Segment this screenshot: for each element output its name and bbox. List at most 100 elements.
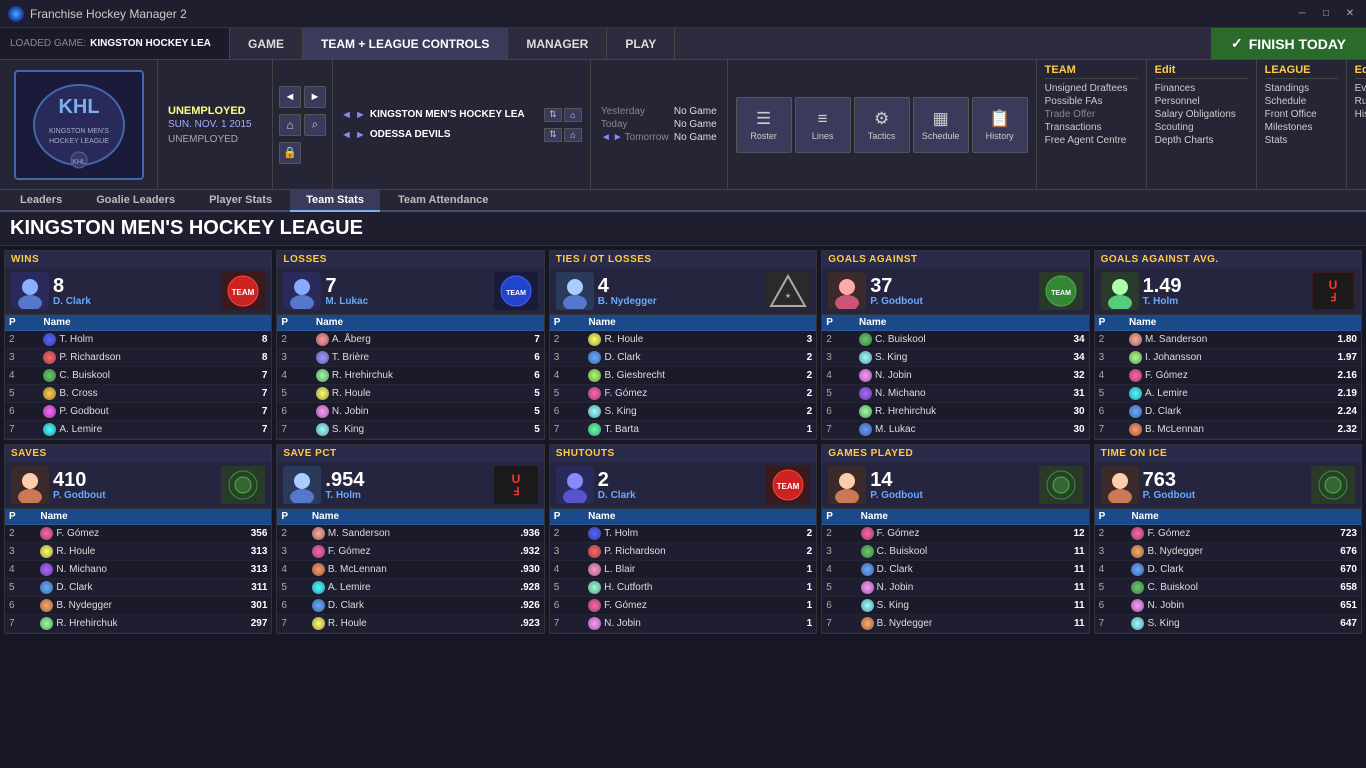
roster-button[interactable]: ☰ Roster	[736, 97, 792, 153]
edit-menu-item-4[interactable]: Depth Charts	[1155, 134, 1248, 147]
minimize-button[interactable]: ─	[1294, 6, 1310, 22]
gp-th-name: Name	[857, 509, 1044, 525]
toi-name: P. Godbout	[1143, 490, 1307, 501]
row-pos: 6	[277, 597, 307, 615]
row-pos: 4	[550, 367, 585, 385]
nav-next-button[interactable]: ►	[304, 86, 326, 108]
maximize-button[interactable]: □	[1318, 6, 1334, 22]
svg-text:TEAM: TEAM	[777, 482, 800, 491]
row-value: 5	[512, 421, 544, 439]
game-menu-button[interactable]: GAME	[230, 28, 303, 59]
team1-icon2-button[interactable]: ⌂	[564, 108, 582, 122]
lines-button[interactable]: ≡ Lines	[795, 97, 851, 153]
table-row: 3 D. Clark 2	[550, 349, 816, 367]
team1-row: ◄ ► KINGSTON MEN'S HOCKEY LEA ⇅ ⌂	[341, 108, 582, 122]
row-value: .923	[487, 615, 544, 633]
player-icon	[859, 405, 872, 418]
league-menu-item-3[interactable]: Milestones	[1265, 121, 1338, 134]
team-league-menu-button[interactable]: TEAM + LEAGUE CONTROLS	[303, 28, 508, 59]
league-menu-item-1[interactable]: Schedule	[1265, 95, 1338, 108]
team-menu-item-3[interactable]: Transactions	[1045, 121, 1138, 134]
player-icon	[316, 387, 329, 400]
edit-menu-item-2[interactable]: Salary Obligations	[1155, 108, 1248, 121]
team2-icon2-button[interactable]: ⌂	[564, 128, 582, 142]
schedule-button[interactable]: ▦ Schedule	[913, 97, 969, 153]
save-pct-value: .954	[325, 470, 489, 490]
row-value: 311	[219, 579, 272, 597]
edit-menu-item-3[interactable]: Scouting	[1155, 121, 1248, 134]
row-name: F. Gómez	[308, 543, 487, 561]
tomorrow-next-button[interactable]: ►	[613, 132, 623, 143]
shutouts-table: PName 2 T. Holm 2 3 P. Richardson 2 4	[550, 509, 816, 633]
home-icon-button[interactable]: ⌂	[279, 114, 301, 136]
table-row: 3 C. Buiskool 11	[822, 543, 1088, 561]
league-edit-item-1[interactable]: Rules	[1355, 95, 1366, 108]
row-pos: 7	[822, 421, 855, 439]
losses-leader-value: 7	[325, 276, 489, 296]
ties-team-svg: ★	[768, 273, 808, 309]
team-menu-item-1[interactable]: Possible FAs	[1045, 95, 1138, 108]
league-menu-item-4[interactable]: Stats	[1265, 134, 1338, 147]
player-icon	[861, 617, 874, 630]
wins-card: WINS 8 D. Clark	[4, 250, 272, 440]
history-button[interactable]: 📋 History	[972, 97, 1028, 153]
table-row: 2 R. Houle 3	[550, 331, 816, 349]
player-icon	[1129, 351, 1142, 364]
tab-team-attendance[interactable]: Team Attendance	[382, 190, 504, 212]
row-name: N. Jobin	[857, 579, 1044, 597]
player-icon	[859, 333, 872, 346]
edit-menu-item-1[interactable]: Personnel	[1155, 95, 1248, 108]
row-pos: 4	[822, 561, 856, 579]
tab-leaders[interactable]: Leaders	[4, 190, 78, 212]
tab-goalie-leaders[interactable]: Goalie Leaders	[80, 190, 191, 212]
table-row: 2 F. Gómez 12	[822, 525, 1088, 543]
ties-card: TIES / OT LOSSES 4 B. Nydegger	[549, 250, 817, 440]
league-edit-item-0[interactable]: Events	[1355, 82, 1366, 95]
table-row: 3 R. Houle 313	[5, 543, 271, 561]
team-menu-item-0[interactable]: Unsigned Draftees	[1045, 82, 1138, 95]
team-menu-item-2[interactable]: Trade Offer	[1045, 108, 1138, 121]
team1-icon1-button[interactable]: ⇅	[544, 108, 562, 122]
row-pos: 4	[1095, 367, 1125, 385]
save-pct-avatar	[283, 466, 321, 504]
goals-against-value: 37	[870, 276, 1034, 296]
play-menu-button[interactable]: PLAY	[607, 28, 675, 59]
team-menu-col: TEAM Unsigned Draftees Possible FAs Trad…	[1037, 60, 1147, 189]
league-menu-item-0[interactable]: Standings	[1265, 82, 1338, 95]
row-pos: 7	[1095, 421, 1125, 439]
league-edit-item-2[interactable]: History	[1355, 108, 1366, 121]
search-icon-button[interactable]: ⌕	[304, 114, 326, 136]
row-name: S. King	[312, 421, 512, 439]
nav-prev-button[interactable]: ◄	[279, 86, 301, 108]
player-icon	[588, 423, 601, 436]
row-pos: 4	[822, 367, 855, 385]
finish-today-label: FINISH TODAY	[1249, 36, 1346, 52]
player-icon	[861, 599, 874, 612]
player-icon	[316, 369, 329, 382]
league-menu-item-2[interactable]: Front Office	[1265, 108, 1338, 121]
tactics-button[interactable]: ⚙ Tactics	[854, 97, 910, 153]
table-row: 6 F. Gómez 1	[550, 597, 816, 615]
finish-today-button[interactable]: ✓ FINISH TODAY	[1211, 28, 1366, 59]
tomorrow-prev-button[interactable]: ◄	[601, 132, 611, 143]
tab-player-stats[interactable]: Player Stats	[193, 190, 288, 212]
svg-text:★: ★	[785, 292, 791, 300]
row-name: A. Lemire	[1125, 385, 1304, 403]
edit-menu-item-0[interactable]: Finances	[1155, 82, 1248, 95]
row-pos: 3	[1095, 349, 1125, 367]
row-pos: 3	[277, 543, 307, 561]
team-menu-item-4[interactable]: Free Agent Centre	[1045, 134, 1138, 147]
ties-leader-team-logo: ★	[766, 272, 810, 310]
player-icon	[1129, 423, 1142, 436]
lock-icon-button[interactable]: 🔒	[279, 142, 301, 164]
save-pct-team-svg: U Ⅎ	[496, 467, 536, 503]
tab-team-stats[interactable]: Team Stats	[290, 190, 380, 212]
close-button[interactable]: ✕	[1342, 6, 1358, 22]
team2-icon1-button[interactable]: ⇅	[544, 128, 562, 142]
player-icon	[1129, 387, 1142, 400]
row-value: 7	[512, 331, 544, 349]
row-name: C. Buiskool	[1127, 579, 1305, 597]
player-icon	[40, 563, 53, 576]
manager-menu-button[interactable]: MANAGER	[508, 28, 607, 59]
player-icon	[1131, 563, 1144, 576]
